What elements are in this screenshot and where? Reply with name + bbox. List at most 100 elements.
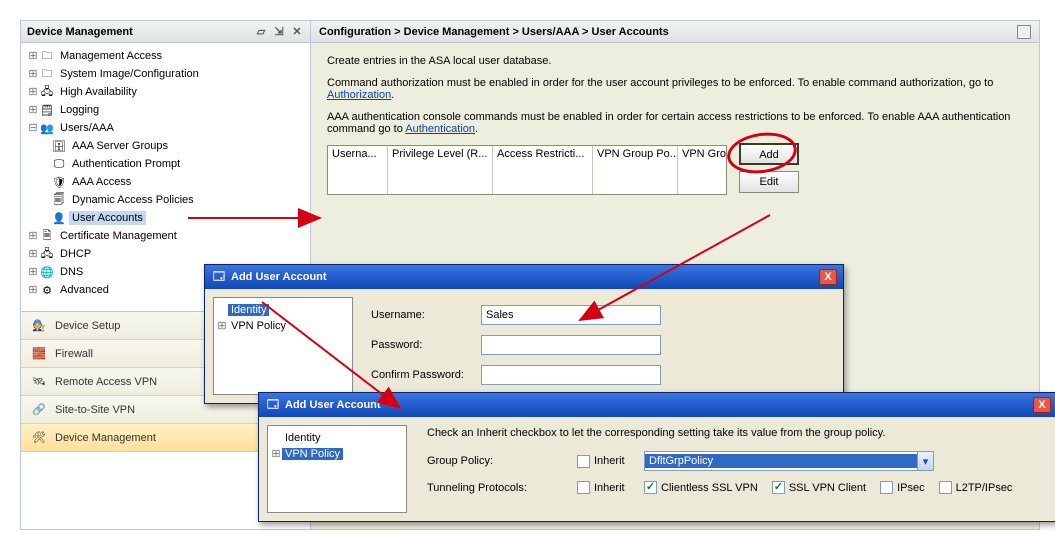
tunneling-inherit-checkbox[interactable] [577, 481, 590, 494]
ipsec-label: IPsec [897, 482, 925, 494]
breadcrumb: Configuration > Device Management > User… [311, 21, 1039, 43]
l2tp-ipsec-checkbox[interactable] [939, 481, 952, 494]
tree-item-auth-prompt[interactable]: 🖵Authentication Prompt [21, 155, 310, 173]
tree-item-users-aaa[interactable]: ⊟👥Users/AAA [21, 119, 310, 137]
confirm-password-input[interactable] [481, 365, 661, 385]
device-mgmt-icon: 🛠 [29, 428, 49, 448]
authorization-hint: Command authorization must be enabled in… [327, 77, 1023, 101]
col-username[interactable]: Userna... [328, 146, 388, 194]
dialog-icon: 🗔 [211, 269, 227, 285]
panel-title-text: Device Management [27, 26, 254, 38]
folder-icon: 🗀 [39, 67, 55, 81]
ha-icon: 🖧 [39, 85, 55, 99]
expander-icon[interactable]: ⊞ [27, 283, 39, 297]
tree-item-system-image[interactable]: ⊞🗀System Image/Configuration [21, 65, 310, 83]
clientless-ssl-checkbox[interactable] [644, 481, 657, 494]
dlg-tree-identity[interactable]: Identity [270, 430, 404, 446]
expander-icon[interactable]: ⊟ [27, 121, 39, 135]
close-icon[interactable]: X [819, 269, 837, 285]
password-input[interactable] [481, 335, 661, 355]
dialog-title-bar[interactable]: 🗔 Add User Account X [259, 393, 1055, 417]
expander-icon[interactable]: ⊞ [216, 319, 228, 333]
username-input[interactable] [481, 305, 661, 325]
col-vpn-group-lock[interactable]: VPN Group L... [678, 146, 726, 194]
tree-item-dhcp[interactable]: ⊞🖧DHCP [21, 245, 310, 263]
group-policy-value: DfltGrpPolicy [645, 454, 917, 468]
chevron-down-icon[interactable]: ▾ [917, 452, 933, 470]
tree-item-high-availability[interactable]: ⊞🖧High Availability [21, 83, 310, 101]
col-privilege[interactable]: Privilege Level (R... [388, 146, 493, 194]
dhcp-icon: 🖧 [39, 247, 55, 261]
tree-item-aaa-server-groups[interactable]: 🗄AAA Server Groups [21, 137, 310, 155]
group-policy-combo[interactable]: DfltGrpPolicy ▾ [644, 451, 934, 471]
users-table[interactable]: Userna... Privilege Level (R... Access R… [327, 145, 727, 195]
dialog-title-bar[interactable]: 🗔 Add User Account X [205, 265, 843, 289]
authentication-hint: AAA authentication console commands must… [327, 111, 1023, 135]
tree-item-management-access[interactable]: ⊞🗀Management Access [21, 47, 310, 65]
advanced-icon: ⚙ [39, 283, 55, 297]
vpn-policy-desc: Check an Inherit checkbox to let the cor… [427, 427, 1045, 439]
users-icon: 👥 [39, 121, 55, 135]
inherit-label: Inherit [594, 455, 644, 467]
password-label: Password: [371, 339, 481, 351]
expander-icon[interactable]: ⊞ [27, 229, 39, 243]
add-user-dialog-identity: 🗔 Add User Account X Identity ⊞VPN Polic… [204, 264, 844, 404]
left-panel-title: Device Management ▱ ⇲ ✕ [21, 21, 310, 43]
dlg-tree-vpn-policy[interactable]: ⊞VPN Policy [216, 318, 350, 334]
access-icon: 🛡 [51, 175, 67, 189]
tree-item-logging[interactable]: ⊞🗒Logging [21, 101, 310, 119]
pin-icon[interactable]: ⇲ [272, 25, 286, 38]
expander-icon[interactable]: ⊞ [27, 67, 39, 81]
add-user-dialog-vpn-policy: 🗔 Add User Account X Identity ⊞VPN Polic… [258, 392, 1055, 522]
expander-icon[interactable]: ⊞ [27, 49, 39, 63]
cert-icon: 🗎 [39, 229, 55, 243]
firewall-icon: 🧱 [29, 344, 49, 364]
dialog-title-text: Add User Account [285, 399, 381, 411]
expander-icon[interactable]: ⊞ [27, 103, 39, 117]
server-icon: 🗄 [51, 139, 67, 153]
intro-text: Create entries in the ASA local user dat… [327, 55, 1023, 67]
breadcrumb-text: Configuration > Device Management > User… [319, 26, 669, 38]
dialog-nav-tree[interactable]: Identity ⊞VPN Policy [213, 297, 353, 395]
expander-icon[interactable]: ⊞ [27, 85, 39, 99]
clientless-label: Clientless SSL VPN [661, 482, 758, 494]
authorization-link[interactable]: Authorization [327, 89, 391, 101]
username-label: Username: [371, 309, 481, 321]
device-setup-icon: 🧑‍🔧 [29, 316, 49, 336]
dlg-tree-vpn-policy[interactable]: ⊞VPN Policy [270, 446, 404, 462]
close-icon[interactable]: ✕ [290, 25, 304, 38]
close-icon[interactable]: X [1033, 397, 1051, 413]
maximize-icon[interactable] [1017, 25, 1031, 39]
dialog-icon: 🗔 [265, 397, 281, 413]
inherit-label: Inherit [594, 482, 644, 494]
col-access-restrict[interactable]: Access Restricti... [493, 146, 593, 194]
tree-item-dynamic-access[interactable]: 🗐Dynamic Access Policies [21, 191, 310, 209]
policy-icon: 🗐 [51, 193, 67, 207]
group-policy-inherit-checkbox[interactable] [577, 455, 590, 468]
edit-button[interactable]: Edit [739, 171, 799, 193]
expander-icon[interactable]: ⊞ [27, 247, 39, 261]
sslvpn-label: SSL VPN Client [789, 482, 866, 494]
l2tp-label: L2TP/IPsec [956, 482, 1013, 494]
group-policy-label: Group Policy: [427, 455, 577, 467]
ipsec-checkbox[interactable] [880, 481, 893, 494]
add-button[interactable]: Add [739, 143, 799, 165]
remote-vpn-icon: 🛰 [29, 372, 49, 392]
folder-icon: 🗀 [39, 49, 55, 63]
restore-icon[interactable]: ▱ [254, 25, 268, 38]
expander-icon[interactable]: ⊞ [270, 447, 282, 461]
tunneling-label: Tunneling Protocols: [427, 482, 577, 494]
tree-item-user-accounts[interactable]: 👤User Accounts [21, 209, 310, 227]
tree-item-aaa-access[interactable]: 🛡AAA Access [21, 173, 310, 191]
expander-icon[interactable]: ⊞ [27, 265, 39, 279]
dlg-tree-identity[interactable]: Identity [216, 302, 350, 318]
authentication-link[interactable]: Authentication [405, 123, 475, 135]
ssl-vpn-client-checkbox[interactable] [772, 481, 785, 494]
tree-item-cert-management[interactable]: ⊞🗎Certificate Management [21, 227, 310, 245]
confirm-password-label: Confirm Password: [371, 369, 481, 381]
dialog-title-text: Add User Account [231, 271, 327, 283]
user-accounts-icon: 👤 [51, 211, 67, 225]
dialog-nav-tree[interactable]: Identity ⊞VPN Policy [267, 425, 407, 513]
site-vpn-icon: 🔗 [29, 400, 49, 420]
col-vpn-group-policy[interactable]: VPN Group Po... [593, 146, 678, 194]
